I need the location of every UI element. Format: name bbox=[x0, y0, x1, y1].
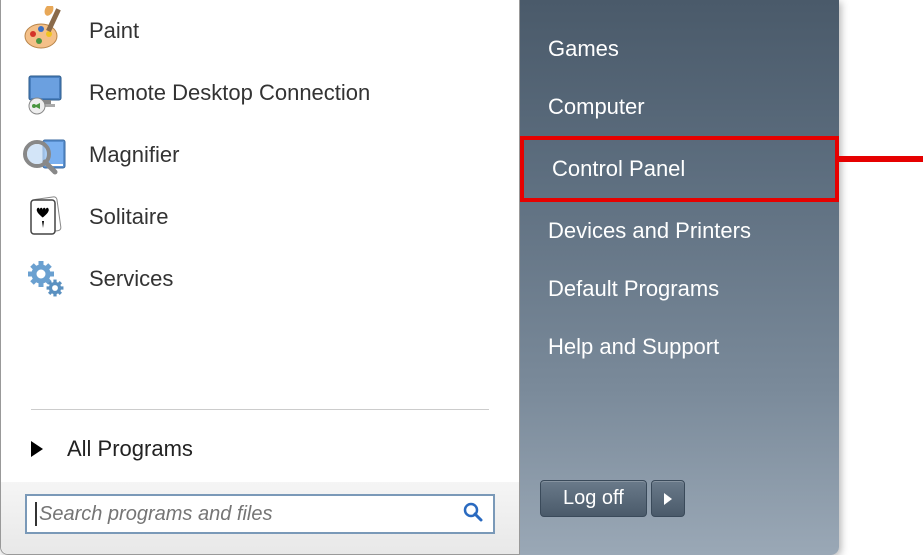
system-item-control-panel[interactable]: Control Panel bbox=[520, 136, 839, 202]
program-item-paint[interactable]: Paint bbox=[9, 0, 511, 62]
search-box[interactable] bbox=[25, 494, 495, 534]
program-label: Remote Desktop Connection bbox=[89, 80, 370, 106]
divider bbox=[31, 409, 489, 410]
triangle-right-icon bbox=[31, 441, 43, 457]
search-input[interactable] bbox=[39, 503, 461, 526]
search-area bbox=[1, 482, 519, 554]
paint-icon bbox=[21, 6, 71, 56]
logoff-button[interactable]: Log off bbox=[540, 480, 647, 517]
system-item-computer[interactable]: Computer bbox=[520, 78, 839, 136]
programs-list: Paint Remote Desktop Connection bbox=[1, 0, 519, 399]
chevron-right-icon bbox=[664, 493, 672, 505]
services-icon bbox=[21, 254, 71, 304]
solitaire-icon bbox=[21, 192, 71, 242]
programs-panel: Paint Remote Desktop Connection bbox=[0, 0, 520, 555]
all-programs-button[interactable]: All Programs bbox=[1, 420, 519, 482]
text-cursor bbox=[35, 502, 37, 526]
system-item-default-programs[interactable]: Default Programs bbox=[520, 260, 839, 318]
annotation-arrow bbox=[835, 156, 923, 162]
search-icon bbox=[461, 500, 485, 529]
system-panel: Games Computer Control Panel Devices and… bbox=[520, 0, 839, 555]
program-label: Magnifier bbox=[89, 142, 179, 168]
program-label: Solitaire bbox=[89, 204, 168, 230]
program-item-services[interactable]: Services bbox=[9, 248, 511, 310]
system-item-help-support[interactable]: Help and Support bbox=[520, 318, 839, 376]
program-label: Services bbox=[89, 266, 173, 292]
start-menu: Paint Remote Desktop Connection bbox=[0, 0, 839, 555]
logoff-area: Log off bbox=[520, 472, 839, 535]
program-item-remote-desktop[interactable]: Remote Desktop Connection bbox=[9, 62, 511, 124]
all-programs-label: All Programs bbox=[67, 436, 193, 462]
system-item-devices-printers[interactable]: Devices and Printers bbox=[520, 202, 839, 260]
program-item-magnifier[interactable]: Magnifier bbox=[9, 124, 511, 186]
program-item-solitaire[interactable]: Solitaire bbox=[9, 186, 511, 248]
system-item-games[interactable]: Games bbox=[520, 20, 839, 78]
remote-desktop-icon bbox=[21, 68, 71, 118]
logoff-options-button[interactable] bbox=[651, 480, 685, 517]
program-label: Paint bbox=[89, 18, 139, 44]
magnifier-icon bbox=[21, 130, 71, 180]
